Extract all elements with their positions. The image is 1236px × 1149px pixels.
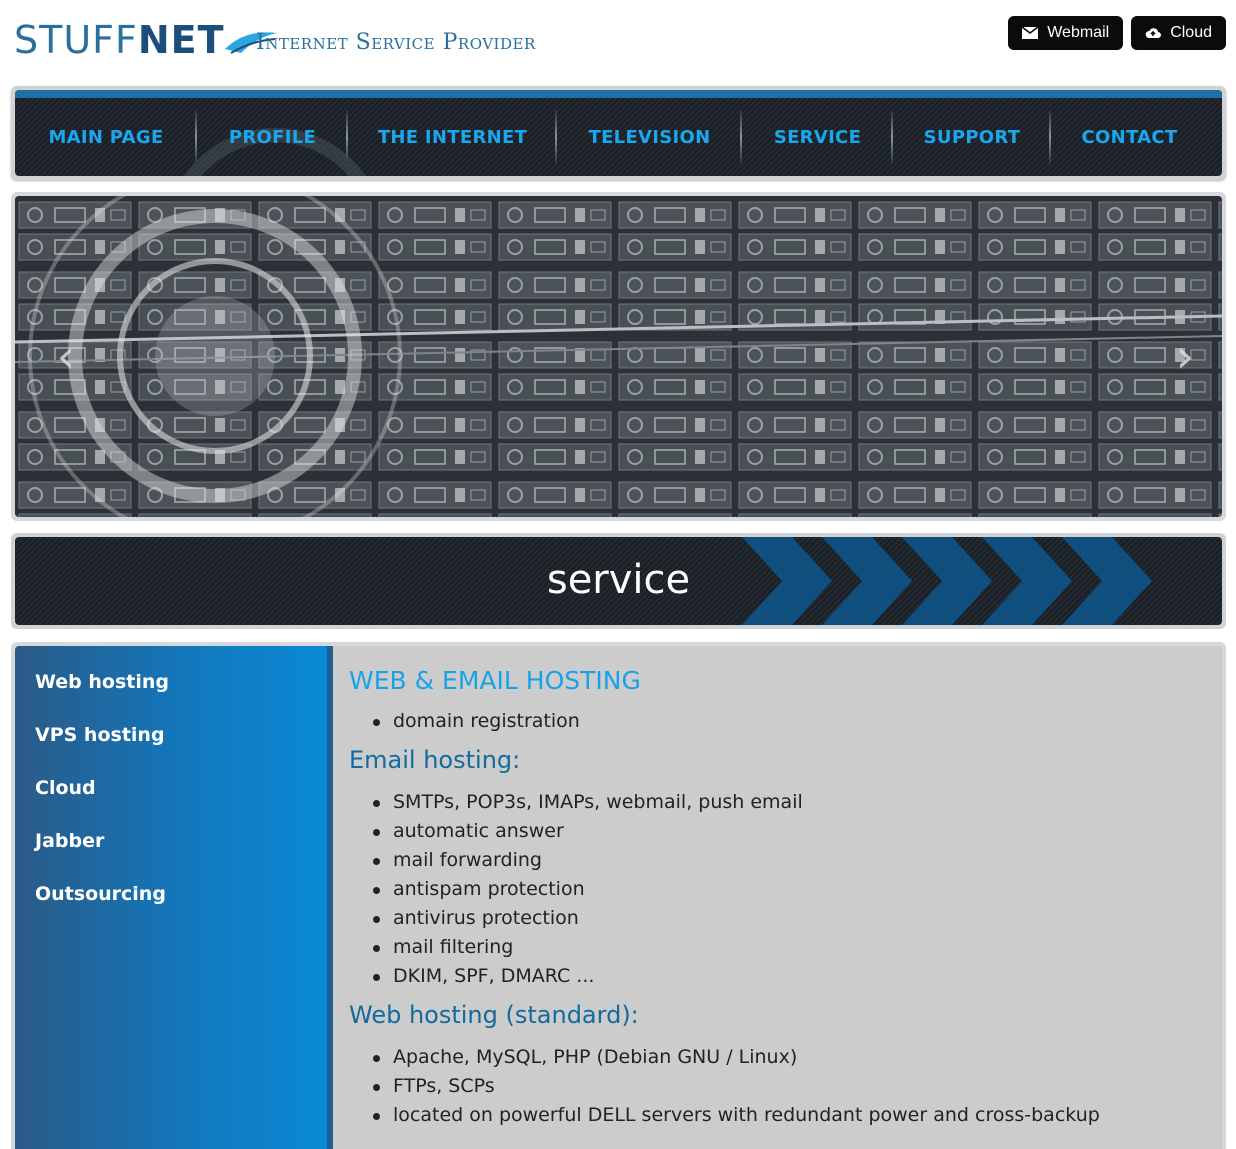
main-content: WEB & EMAIL HOSTING domain registration … — [333, 646, 1222, 1149]
section-heading: WEB & EMAIL HOSTING — [349, 666, 641, 695]
sidebar-item-vps-hosting[interactable]: VPS hosting — [15, 719, 327, 772]
list-item: Apache, MySQL, PHP (Debian GNU / Linux) — [373, 1043, 1222, 1072]
list-item: located on powerful DELL servers with re… — [373, 1101, 1222, 1130]
sidebar: Web hosting VPS hosting Cloud Jabber Out… — [15, 646, 333, 1149]
nav-item-profile[interactable]: PROFILE — [197, 100, 348, 174]
sidebar-item-jabber[interactable]: Jabber — [15, 825, 327, 878]
list-item: mail filtering — [373, 933, 1222, 962]
cloud-label: Cloud — [1170, 24, 1212, 41]
main-navigation: MAIN PAGE PROFILE THE INTERNET TELEVISIO… — [11, 86, 1226, 180]
image-slider: ‹ › — [11, 192, 1226, 521]
nav-item-contact[interactable]: CONTACT — [1051, 100, 1208, 174]
list-item: domain registration — [373, 707, 1222, 736]
content-area: Web hosting VPS hosting Cloud Jabber Out… — [11, 642, 1226, 1149]
chevron-right-icon[interactable]: › — [1168, 333, 1202, 379]
list-item: DKIM, SPF, DMARC ... — [373, 962, 1222, 991]
sidebar-item-web-hosting[interactable]: Web hosting — [15, 666, 327, 719]
webmail-label: Webmail — [1047, 24, 1110, 41]
site-tagline: Internet Service Provider — [256, 30, 536, 55]
sidebar-item-cloud[interactable]: Cloud — [15, 772, 327, 825]
list-item: FTPs, SCPs — [373, 1072, 1222, 1101]
list-item: antispam protection — [373, 875, 1222, 904]
web-hosting-heading: Web hosting (standard): — [349, 1001, 639, 1029]
email-hosting-list: SMTPs, POP3s, IMAPs, webmail, push email… — [349, 788, 1222, 991]
nav-item-support[interactable]: SUPPORT — [893, 100, 1051, 174]
server-rack-photo — [15, 196, 1222, 517]
slider-image-server-rack: ‹ › — [15, 196, 1222, 517]
nav-item-television[interactable]: TELEVISION — [557, 100, 742, 174]
site-logo[interactable]: STUFFNET — [14, 16, 279, 64]
email-hosting-heading: Email hosting: — [349, 746, 521, 774]
list-item: automatic answer — [373, 817, 1222, 846]
list-item: mail forwarding — [373, 846, 1222, 875]
envelope-icon — [1022, 26, 1039, 39]
logo-wordmark: STUFFNET — [14, 18, 225, 62]
page-title-banner: service — [11, 533, 1226, 629]
page-title: service — [546, 557, 691, 603]
cloud-upload-icon — [1145, 28, 1162, 38]
top-buttons: Webmail Cloud — [1008, 16, 1226, 50]
intro-list: domain registration — [349, 707, 1222, 736]
cloud-button[interactable]: Cloud — [1131, 16, 1226, 50]
list-item: antivirus protection — [373, 904, 1222, 933]
nav-item-main-page[interactable]: MAIN PAGE — [15, 100, 197, 174]
nav-bar: MAIN PAGE PROFILE THE INTERNET TELEVISIO… — [15, 90, 1222, 176]
chevron-left-icon[interactable]: ‹ — [49, 333, 83, 379]
list-item: SMTPs, POP3s, IMAPs, webmail, push email — [373, 788, 1222, 817]
webmail-button[interactable]: Webmail — [1008, 16, 1124, 50]
sidebar-item-outsourcing[interactable]: Outsourcing — [15, 878, 327, 931]
web-hosting-list: Apache, MySQL, PHP (Debian GNU / Linux) … — [349, 1043, 1222, 1130]
nav-item-service[interactable]: SERVICE — [742, 100, 893, 174]
nav-item-the-internet[interactable]: THE INTERNET — [348, 100, 557, 174]
